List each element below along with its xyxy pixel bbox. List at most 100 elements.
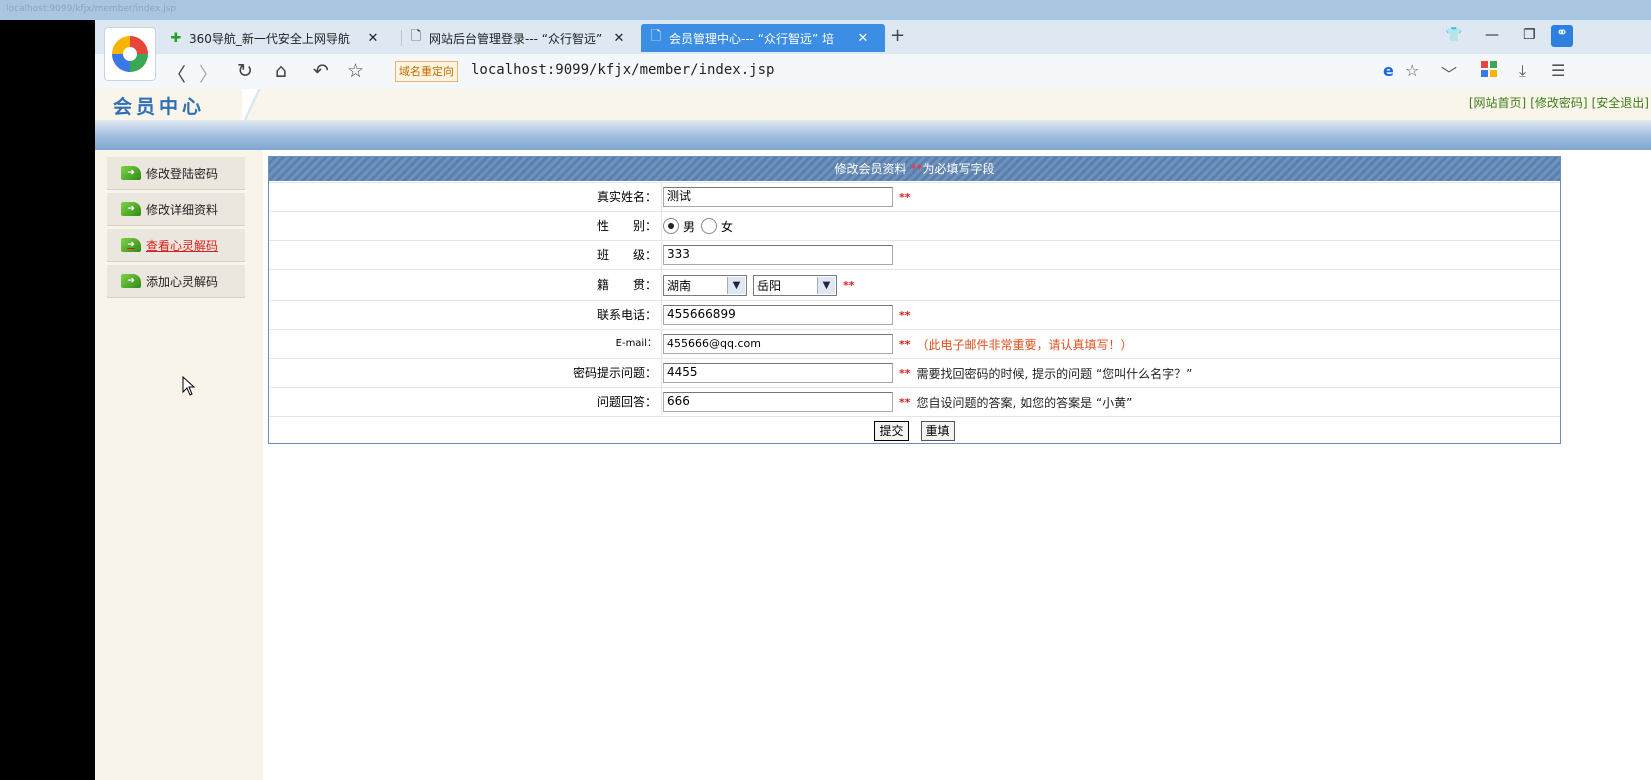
sidebar-item-label: 添加心灵解码 (146, 274, 219, 289)
url-input[interactable]: localhost:9099/kfjx/member/index.jsp (471, 62, 774, 78)
close-icon[interactable]: ✕ (365, 31, 381, 46)
phone-input[interactable]: 455666899 (663, 305, 893, 325)
favorite-star-icon[interactable]: ☆ (1405, 61, 1419, 80)
arrow-icon: ➜ (121, 202, 141, 216)
gender-female-radio[interactable] (701, 218, 718, 234)
row-question: 密码提示问题： 4455 ** 需要找回密码的时候, 提示的问题 “您叫什么名字… (269, 358, 1560, 387)
close-icon[interactable]: ✕ (611, 31, 627, 46)
restore-icon[interactable]: ❐ (1523, 27, 1536, 43)
province-value: 湖南 (667, 278, 692, 293)
row-answer: 问题回答： 666 ** 您自设问题的答案, 如您的答案是 “小黄” (269, 387, 1560, 416)
arrow-icon: ➜ (121, 274, 141, 288)
tab-separator (401, 30, 402, 46)
sidebar-item-add-decode[interactable]: ➜ 添加心灵解码 (107, 265, 245, 298)
bookmark-star-icon[interactable]: ☆ (347, 60, 364, 82)
real-name-input[interactable]: 测试 (663, 187, 893, 207)
row-email: E-mail： 455666@qq.com ** （此电子邮件非常重要，请认真填… (269, 329, 1560, 358)
email-hint: （此电子邮件非常重要，请认真填写！） (916, 337, 1133, 352)
question-input[interactable]: 4455 (663, 363, 893, 383)
member-info-form: 修改会员资料 **为必填写字段 真实姓名： 测试 ** 性 别： 男 女 班 级… (268, 156, 1561, 444)
apps-grid-icon[interactable] (1481, 61, 1497, 81)
row-buttons: 提交 重填 (269, 416, 1560, 445)
required-marker: ** (899, 395, 911, 409)
class-input[interactable]: 333 (663, 245, 893, 265)
required-marker: ** (843, 278, 855, 292)
tab-label: 会员管理中心--- “众行智远” 培 (669, 31, 835, 46)
download-icon[interactable]: ⤓ (1519, 61, 1526, 81)
label-answer: 问题回答： (269, 388, 662, 416)
arrow-icon: ➜ (121, 166, 141, 180)
tab-label: 360导航_新一代安全上网导航 (189, 31, 350, 46)
label-email: E-mail： (269, 330, 662, 358)
label-phone: 联系电话： (269, 301, 662, 329)
address-bar: 〈 〉 ↻ ⌂ ↶ ☆ 域名重定向 localhost:9099/kfjx/me… (95, 54, 1651, 90)
gender-female-label: 女 (721, 219, 734, 234)
web-page: 会员中心 [网站首页] [修改密码] [安全退出] ➜ 修改登陆密码 ➜ 修改详细资… (95, 89, 1651, 780)
domain-redirect-badge[interactable]: 域名重定向 (395, 61, 458, 82)
undo-icon[interactable]: ↶ (313, 60, 329, 82)
chevron-down-icon: ▼ (727, 276, 745, 294)
city-select[interactable]: 岳阳 ▼ (753, 274, 837, 296)
header-links: [网站首页] [修改密码] [安全退出] (1465, 94, 1649, 111)
label-real-name: 真实姓名： (269, 183, 662, 211)
email-input[interactable]: 455666@qq.com (663, 334, 893, 354)
sidebar-item-view-decode[interactable]: ➜ 查看心灵解码 (107, 229, 245, 262)
label-origin: 籍 贯： (269, 270, 662, 300)
tab-admin-login[interactable]: 🗋 网站后台管理登录--- “众行智远” ✕ (407, 24, 635, 52)
form-header: 修改会员资料 **为必填写字段 (269, 157, 1560, 181)
mouse-cursor-icon (182, 376, 196, 396)
province-select[interactable]: 湖南 ▼ (663, 274, 747, 296)
tab-360-nav[interactable]: ✚ 360导航_新一代安全上网导航 ✕ (167, 24, 395, 52)
chevron-down-icon: ▼ (817, 276, 835, 294)
answer-hint: 您自设问题的答案, 如您的答案是 “小黄” (916, 395, 1133, 410)
browser-window: ✚ 360导航_新一代安全上网导航 ✕ 🗋 网站后台管理登录--- “众行智远”… (95, 20, 1651, 780)
skin-icon[interactable]: 👕 (1445, 27, 1462, 43)
main-content: 修改会员资料 **为必填写字段 真实姓名： 测试 ** 性 别： 男 女 班 级… (263, 150, 1651, 780)
menu-icon[interactable]: ☰ (1551, 61, 1565, 80)
header-decoration (242, 89, 262, 120)
chevron-down-icon[interactable]: ﹀ (1441, 61, 1457, 85)
back-icon[interactable]: 〈 (167, 60, 186, 87)
ie-mode-icon[interactable]: e (1383, 61, 1394, 80)
reset-button[interactable]: 重填 (920, 421, 955, 441)
sidebar-item-change-login-password[interactable]: ➜ 修改登陆密码 (107, 157, 245, 190)
form-title-suffix: 为必填写字段 (922, 162, 995, 176)
desktop-background (0, 20, 95, 780)
link-change-password[interactable]: [修改密码] (1530, 96, 1587, 110)
document-icon: 🗋 (410, 29, 422, 44)
sidebar-item-edit-details[interactable]: ➜ 修改详细资料 (107, 193, 245, 226)
required-marker: ** (899, 308, 911, 322)
close-icon[interactable]: ✕ (855, 31, 871, 46)
header-banner (95, 120, 1651, 150)
sidebar-item-label: 修改详细资料 (146, 202, 219, 217)
browser-logo-icon[interactable] (104, 27, 156, 81)
os-title-strip: localhost:9099/kfjx/member/index.jsp (0, 0, 1651, 20)
question-hint: 需要找回密码的时候, 提示的问题 “您叫什么名字？” (916, 366, 1193, 381)
link-home[interactable]: [网站首页] (1469, 96, 1526, 110)
arrow-icon: ➜ (121, 238, 141, 252)
home-icon[interactable]: ⌂ (275, 60, 287, 82)
new-tab-button[interactable]: + (890, 25, 905, 46)
extension-icon[interactable]: ⚭ (1551, 25, 1573, 47)
submit-button[interactable]: 提交 (874, 421, 909, 441)
label-class: 班 级： (269, 241, 662, 269)
required-marker: ** (899, 190, 911, 204)
tab-member-center[interactable]: 🗋 会员管理中心--- “众行智远” 培 ✕ (641, 24, 885, 52)
answer-input[interactable]: 666 (663, 392, 893, 412)
required-marker: ** (899, 366, 911, 380)
link-logout[interactable]: [安全退出] (1592, 96, 1649, 110)
sidebar-item-label: 修改登陆密码 (146, 166, 219, 181)
gender-male-radio[interactable] (663, 218, 679, 234)
refresh-icon[interactable]: ↻ (237, 60, 253, 82)
forward-icon[interactable]: 〉 (199, 60, 218, 87)
label-gender: 性 别： (269, 212, 662, 240)
page-header: 会员中心 [网站首页] [修改密码] [安全退出] (95, 89, 1651, 120)
gender-male-label: 男 (683, 219, 696, 234)
label-question: 密码提示问题： (269, 359, 662, 387)
tab-bar: ✚ 360导航_新一代安全上网导航 ✕ 🗋 网站后台管理登录--- “众行智远”… (95, 20, 1651, 81)
minimize-icon[interactable]: — (1485, 27, 1499, 43)
row-phone: 联系电话： 455666899 ** (269, 300, 1560, 329)
sidebar-item-label: 查看心灵解码 (146, 238, 219, 253)
page-title: 会员中心 (113, 96, 206, 118)
required-marker: ** (910, 162, 923, 176)
